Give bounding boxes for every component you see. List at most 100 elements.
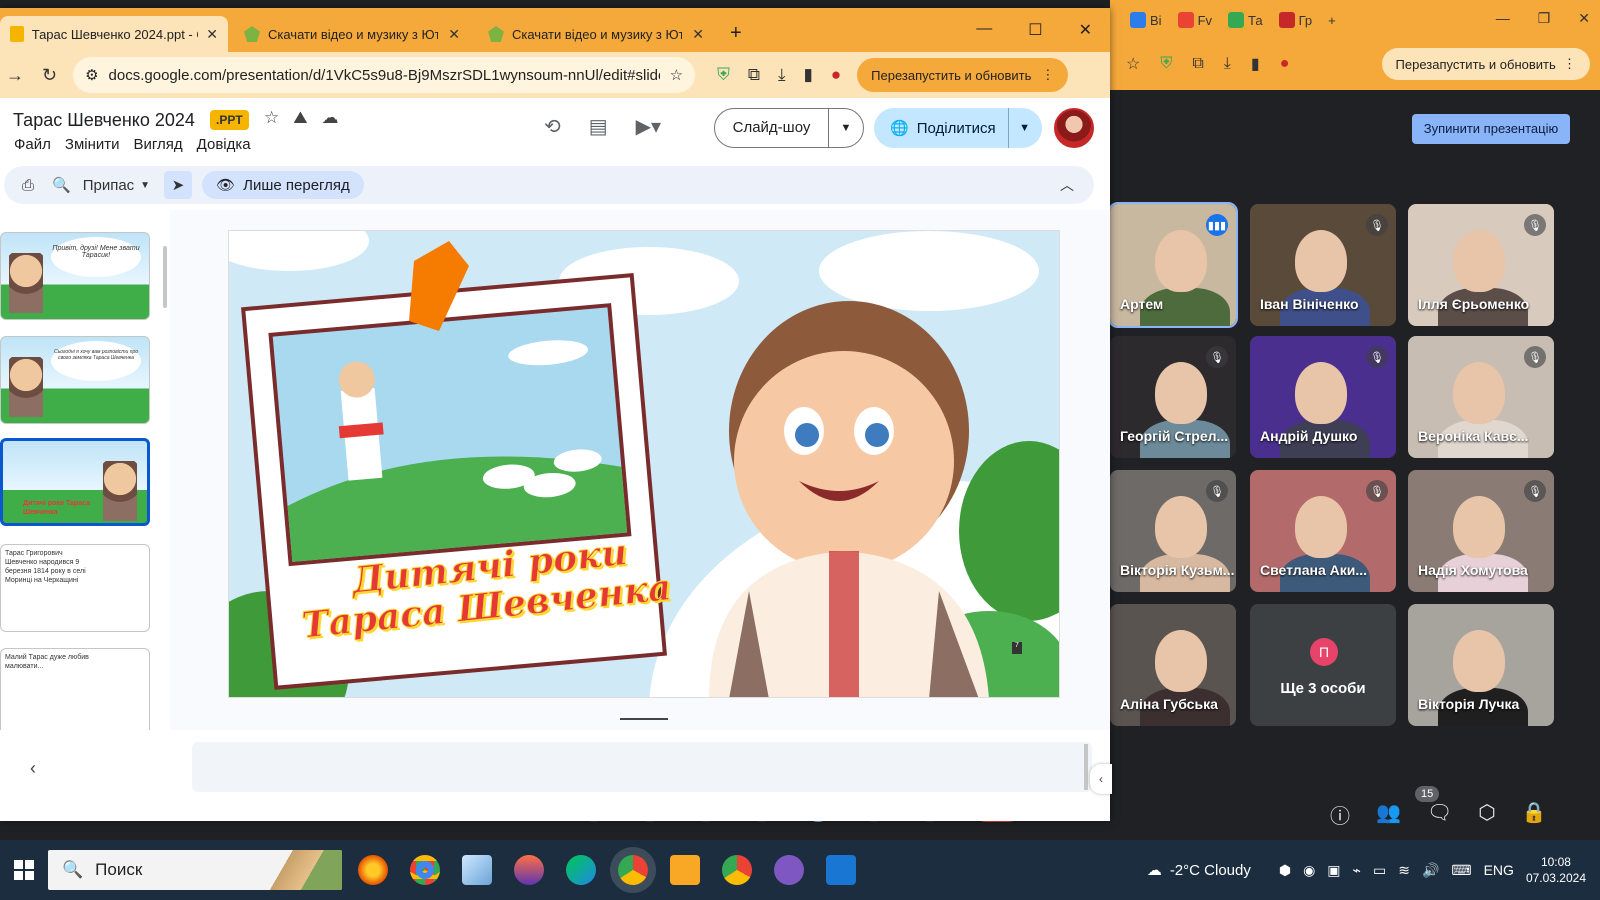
volume-icon[interactable]: 🔊: [1422, 862, 1439, 879]
info-icon[interactable]: ⓘ: [1330, 800, 1350, 829]
chevron-up-icon[interactable]: ︿: [1060, 175, 1074, 195]
cloud-status-icon[interactable]: ☁: [322, 108, 339, 128]
document-title[interactable]: Тарас Шевченко 2024: [13, 110, 195, 131]
share-button[interactable]: 🌐 Поділитися ▼: [874, 108, 1042, 148]
participant-tile[interactable]: Артем ▮▮▮: [1108, 202, 1238, 328]
minimize-icon[interactable]: —: [976, 20, 992, 40]
windows-start-icon[interactable]: [14, 860, 34, 880]
media-player-icon[interactable]: [826, 855, 856, 885]
participant-tile[interactable]: П Ще 3 особи: [1250, 604, 1396, 726]
avatar[interactable]: [1054, 108, 1094, 148]
download-icon[interactable]: ⤓: [1224, 55, 1231, 73]
explorer-icon[interactable]: [670, 855, 700, 885]
slide-thumbnail[interactable]: Привіт, друзі! Мене звати Тарасик!: [0, 232, 150, 320]
meet-tab-3[interactable]: Та: [1222, 7, 1269, 33]
weather-widget[interactable]: ☁ -2°C Cloudy: [1147, 861, 1251, 880]
view-only-chip[interactable]: 👁 Лише перегляд: [202, 171, 364, 199]
menu-file[interactable]: Файл: [14, 136, 51, 153]
participant-tile[interactable]: Вікторія Кузьм... 🎙: [1110, 470, 1236, 592]
close-icon[interactable]: ✕: [1079, 20, 1092, 40]
notes-scrollbar[interactable]: [1084, 744, 1088, 790]
participant-tile[interactable]: Надія Хомутова 🎙: [1408, 470, 1554, 592]
filmstrip-scrollbar[interactable]: [163, 246, 167, 308]
keyboard-icon[interactable]: ⌨: [1451, 862, 1471, 879]
participant-tile[interactable]: Светлана Аки... 🎙: [1250, 470, 1396, 592]
restore-icon[interactable]: ❐: [1538, 10, 1551, 27]
taskbar-search[interactable]: 🔍 Поиск: [48, 850, 342, 890]
participant-tile[interactable]: Іван Вініченко 🎙: [1250, 204, 1396, 326]
extensions-icon[interactable]: ⧉: [1192, 55, 1203, 73]
participant-tile[interactable]: Андрій Душко 🎙: [1250, 336, 1396, 458]
chevron-down-icon[interactable]: ▼: [1008, 108, 1030, 148]
chrome-profile-icon[interactable]: [618, 855, 648, 885]
select-cursor-button[interactable]: ➤: [164, 171, 193, 199]
wifi-icon[interactable]: ≋: [1398, 862, 1410, 879]
meet-restart-button[interactable]: Перезапустить и обновить ⋮: [1381, 48, 1590, 80]
activities-icon[interactable]: ⬡: [1478, 800, 1495, 829]
participant-tile[interactable]: Георгій Стрел... 🎙: [1110, 336, 1236, 458]
participant-tile[interactable]: Вікторія Лучка: [1408, 604, 1554, 726]
extensions-icon[interactable]: ⧉: [748, 65, 760, 85]
move-icon[interactable]: ⛰: [293, 108, 307, 128]
profile-icon[interactable]: ●: [1280, 55, 1290, 73]
stop-presentation-button[interactable]: Зупинити презентацію: [1412, 114, 1570, 144]
files-icon[interactable]: [462, 855, 492, 885]
chevron-down-icon[interactable]: ▼: [829, 122, 863, 134]
menu-help[interactable]: Довідка: [197, 136, 251, 153]
maximize-icon[interactable]: ☐: [1028, 20, 1042, 40]
meet-tab-4[interactable]: Гр: [1273, 7, 1319, 33]
close-icon[interactable]: ✕: [206, 26, 218, 43]
teams-icon[interactable]: ⬢: [1279, 862, 1291, 879]
chevron-left-icon[interactable]: ‹: [1090, 764, 1112, 794]
chevron-left-icon[interactable]: ‹: [30, 758, 36, 779]
tab-youtube-downloader-2[interactable]: Скачати відео и музику з Юту ✕: [478, 16, 714, 52]
site-info-icon[interactable]: ⚙: [85, 66, 98, 84]
clock[interactable]: 10:08 07.03.2024: [1526, 854, 1586, 886]
close-icon[interactable]: ✕: [448, 26, 460, 43]
menu-edit[interactable]: Змінити: [65, 136, 120, 153]
meet-tab-1[interactable]: Ві: [1124, 7, 1168, 33]
star-icon[interactable]: ☆: [264, 108, 279, 128]
chrome-icon[interactable]: [722, 855, 752, 885]
comments-icon[interactable]: ▤: [589, 114, 608, 139]
bookmark-star-icon[interactable]: ☆: [670, 66, 683, 84]
people-icon[interactable]: 👥: [1376, 800, 1401, 829]
close-icon[interactable]: ✕: [692, 26, 704, 43]
shield-icon[interactable]: ⛨: [717, 65, 730, 85]
meet-camera-icon[interactable]: ▶▾: [636, 114, 661, 139]
slide-thumbnail[interactable]: Тарас Григорович Шевченко народився 9 бе…: [0, 544, 150, 632]
slide-thumbnail-selected[interactable]: Дитячі роки Тараса Шевченка: [0, 438, 150, 526]
viber-tray-icon[interactable]: ◉: [1303, 862, 1315, 879]
participant-tile[interactable]: Вероніка Кавє... 🎙: [1408, 336, 1554, 458]
participant-tile[interactable]: Аліна Губська: [1110, 604, 1236, 726]
viber-icon[interactable]: [774, 855, 804, 885]
paint-icon[interactable]: [514, 855, 544, 885]
restart-update-button[interactable]: Перезапустить и обновить ⋮: [857, 58, 1069, 92]
speaker-notes-panel[interactable]: [192, 742, 1092, 792]
usb-icon[interactable]: ⌁: [1353, 862, 1361, 879]
language-indicator[interactable]: ENG: [1484, 862, 1514, 878]
tab-slides[interactable]: Тарас Шевченко 2024.ppt - Go ✕: [0, 16, 228, 52]
chrome-icon[interactable]: [410, 855, 440, 885]
firefox-icon[interactable]: [358, 855, 388, 885]
participant-tile[interactable]: Ілля Єрьоменко 🎙: [1408, 204, 1554, 326]
battery-icon[interactable]: ▭: [1373, 862, 1386, 879]
sidepanel-icon[interactable]: ▮: [1251, 54, 1260, 74]
slide-thumbnail[interactable]: Сьогодні я хочу вам розповісти про свого…: [0, 336, 150, 424]
minimize-icon[interactable]: —: [1496, 10, 1510, 27]
reload-icon[interactable]: ↻: [42, 65, 57, 86]
forward-icon[interactable]: →: [6, 65, 24, 86]
star-icon[interactable]: ☆: [1126, 54, 1140, 74]
slideshow-button[interactable]: Слайд-шоу ▼: [714, 108, 864, 148]
menu-view[interactable]: Вигляд: [134, 136, 183, 153]
url-input[interactable]: ⚙ docs.google.com/presentation/d/1VkC5s9…: [73, 57, 696, 93]
zoom-icon[interactable]: 🔍: [52, 176, 71, 194]
zoom-select[interactable]: Припас ▼: [83, 177, 150, 194]
meet-tab-2[interactable]: Fv: [1172, 7, 1218, 33]
close-icon[interactable]: ✕: [1578, 10, 1590, 27]
edge-icon[interactable]: [566, 855, 596, 885]
host-controls-icon[interactable]: 🔒: [1522, 800, 1547, 829]
version-history-icon[interactable]: ⟲: [544, 114, 561, 139]
profile-icon[interactable]: ●: [831, 65, 841, 85]
meet-new-tab-button[interactable]: +: [1322, 7, 1342, 33]
